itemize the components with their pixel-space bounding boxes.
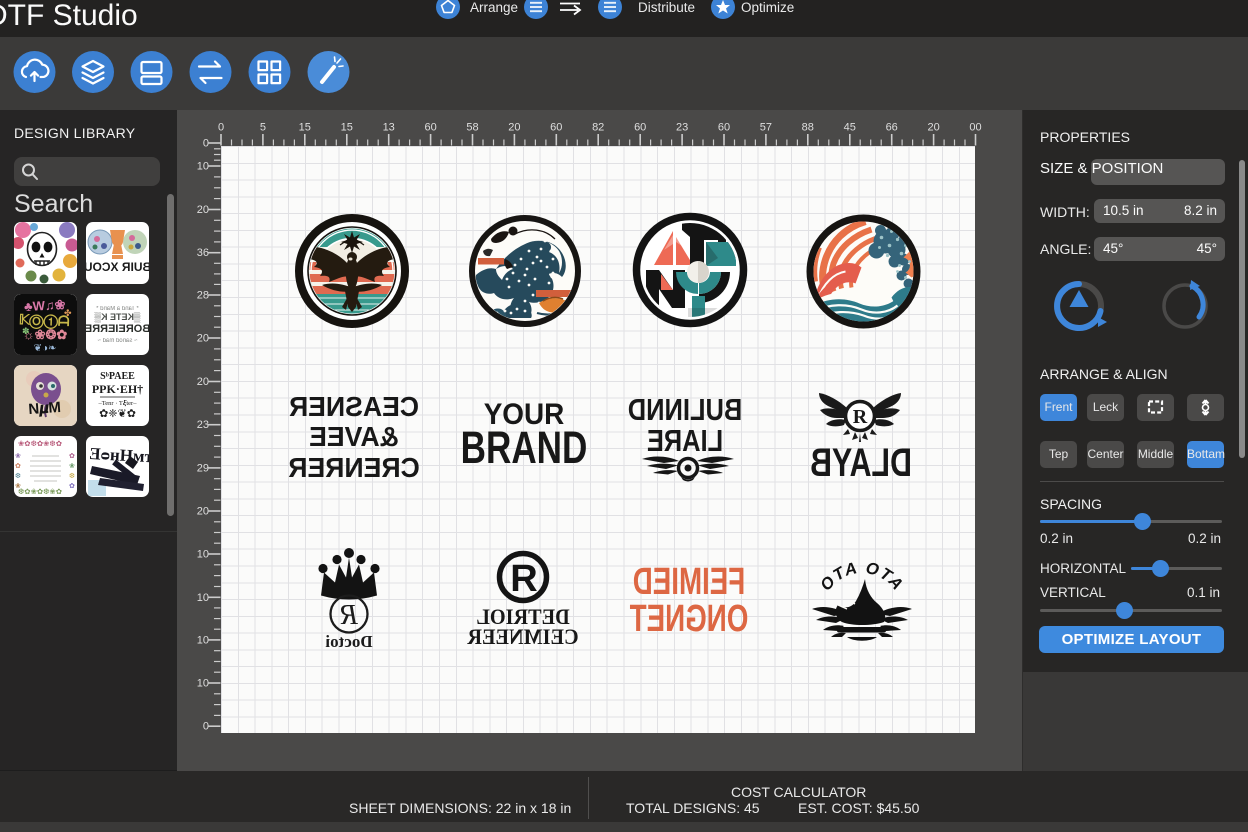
svg-text:60: 60: [550, 122, 562, 134]
svg-text:R: R: [853, 406, 868, 428]
svg-text:20: 20: [927, 122, 939, 134]
svg-text:✽: ✽: [22, 326, 30, 336]
svg-text:BUIR XCOU: BUIR XCOU: [86, 260, 149, 274]
svg-text:13: 13: [383, 122, 395, 134]
svg-text:20: 20: [197, 333, 209, 345]
svg-text:15: 15: [299, 122, 311, 134]
svg-text:✤: ✤: [64, 308, 72, 318]
svg-text:29: 29: [197, 462, 209, 474]
svg-text:45: 45: [844, 122, 856, 134]
svg-text:00: 00: [969, 122, 981, 134]
svg-text:20: 20: [197, 204, 209, 216]
svg-text:82: 82: [592, 122, 604, 134]
svg-text:20: 20: [508, 122, 520, 134]
svg-text:❀✿❆✿❀❆✿: ❀✿❆✿❀❆✿: [18, 439, 63, 448]
svg-text:PPK·EH†: PPK·EH†: [92, 382, 143, 396]
svg-text:58: 58: [466, 122, 478, 134]
svg-text:10: 10: [197, 161, 209, 173]
svg-text:N𝝁M: N𝝁M: [28, 398, 62, 417]
svg-text:❀: ❀: [15, 483, 21, 490]
svg-text:15: 15: [341, 122, 353, 134]
svg-text:BOREIERRE: BOREIERRE: [86, 323, 149, 335]
svg-text:R: R: [510, 558, 537, 600]
svg-text:10: 10: [197, 592, 209, 604]
svg-text:* Tand a Mand *: * Tand a Mand *: [96, 306, 139, 312]
svg-text:28: 28: [197, 290, 209, 302]
svg-text:0: 0: [218, 122, 224, 134]
svg-text:✿: ✿: [69, 453, 75, 460]
svg-text:❆: ❆: [15, 472, 21, 480]
svg-text:88: 88: [802, 122, 814, 134]
svg-text:60: 60: [424, 122, 436, 134]
svg-text:✿: ✿: [69, 483, 75, 490]
svg-text:▒KETE K▒: ▒KETE K▒: [94, 312, 140, 323]
svg-text:‒Tenr · T𝝃ter‒: ‒Tenr · T𝝃ter‒: [98, 400, 138, 407]
svg-text:✿: ✿: [15, 463, 21, 470]
svg-text:R: R: [340, 599, 359, 631]
svg-text:SᵇPAEE: SᵇPAEE: [100, 371, 135, 382]
svg-text:23: 23: [676, 122, 688, 134]
svg-text:66: 66: [886, 122, 898, 134]
svg-text:❀: ❀: [69, 463, 75, 470]
svg-text:10: 10: [197, 678, 209, 690]
svg-text:5: 5: [260, 122, 266, 134]
svg-text:57: 57: [760, 122, 772, 134]
svg-text:✿❈❦✿: ✿❈❦✿: [99, 408, 136, 420]
svg-text:20: 20: [197, 376, 209, 388]
svg-text:❦◑❧: ❦◑❧: [34, 343, 57, 354]
svg-text:60: 60: [718, 122, 730, 134]
svg-text:❀: ❀: [15, 453, 21, 460]
svg-text:10: 10: [197, 549, 209, 561]
svg-text:23: 23: [197, 419, 209, 431]
svg-text:36: 36: [197, 247, 209, 259]
svg-text:60: 60: [634, 122, 646, 134]
svg-text:~ sanod mad ~: ~ sanod mad ~: [97, 338, 138, 344]
svg-text:20: 20: [197, 506, 209, 518]
svg-text:❆: ❆: [69, 472, 75, 480]
svg-text:❆✿❀✿❆❀✿: ❆✿❀✿❆❀✿: [18, 487, 63, 496]
